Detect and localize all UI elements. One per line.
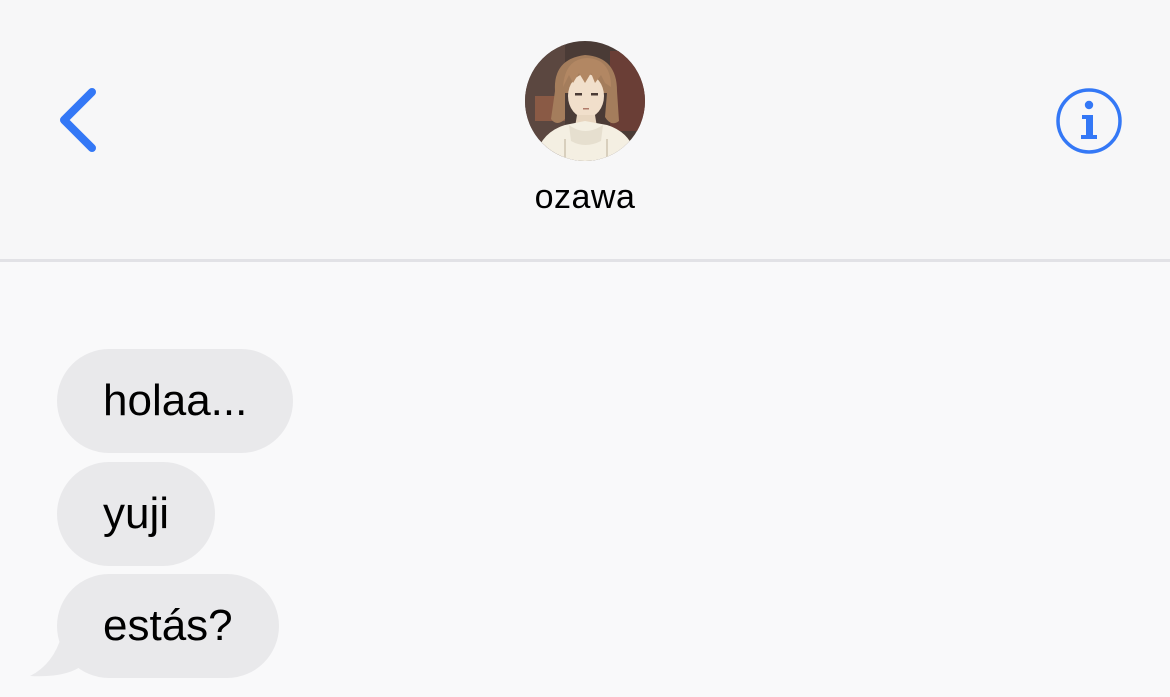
back-button[interactable] <box>50 80 110 160</box>
incoming-message-bubble[interactable]: yuji <box>57 462 216 566</box>
contact-avatar[interactable] <box>525 41 645 161</box>
info-button[interactable] <box>1055 87 1123 155</box>
incoming-message-bubble[interactable]: estás? <box>57 574 279 678</box>
avatar-image <box>525 41 645 161</box>
message-thread[interactable]: holaa... yuji estás? <box>0 262 1170 697</box>
bubble-tail-icon <box>30 634 84 677</box>
incoming-message-bubble[interactable]: holaa... <box>57 349 294 453</box>
conversation-header: ozawa <box>0 0 1170 262</box>
info-circle-icon <box>1056 88 1122 154</box>
contact-name[interactable]: ozawa <box>0 178 1170 217</box>
messages-screen: ozawa holaa... yuji estás? <box>0 0 1170 697</box>
chevron-left-icon <box>60 88 96 152</box>
